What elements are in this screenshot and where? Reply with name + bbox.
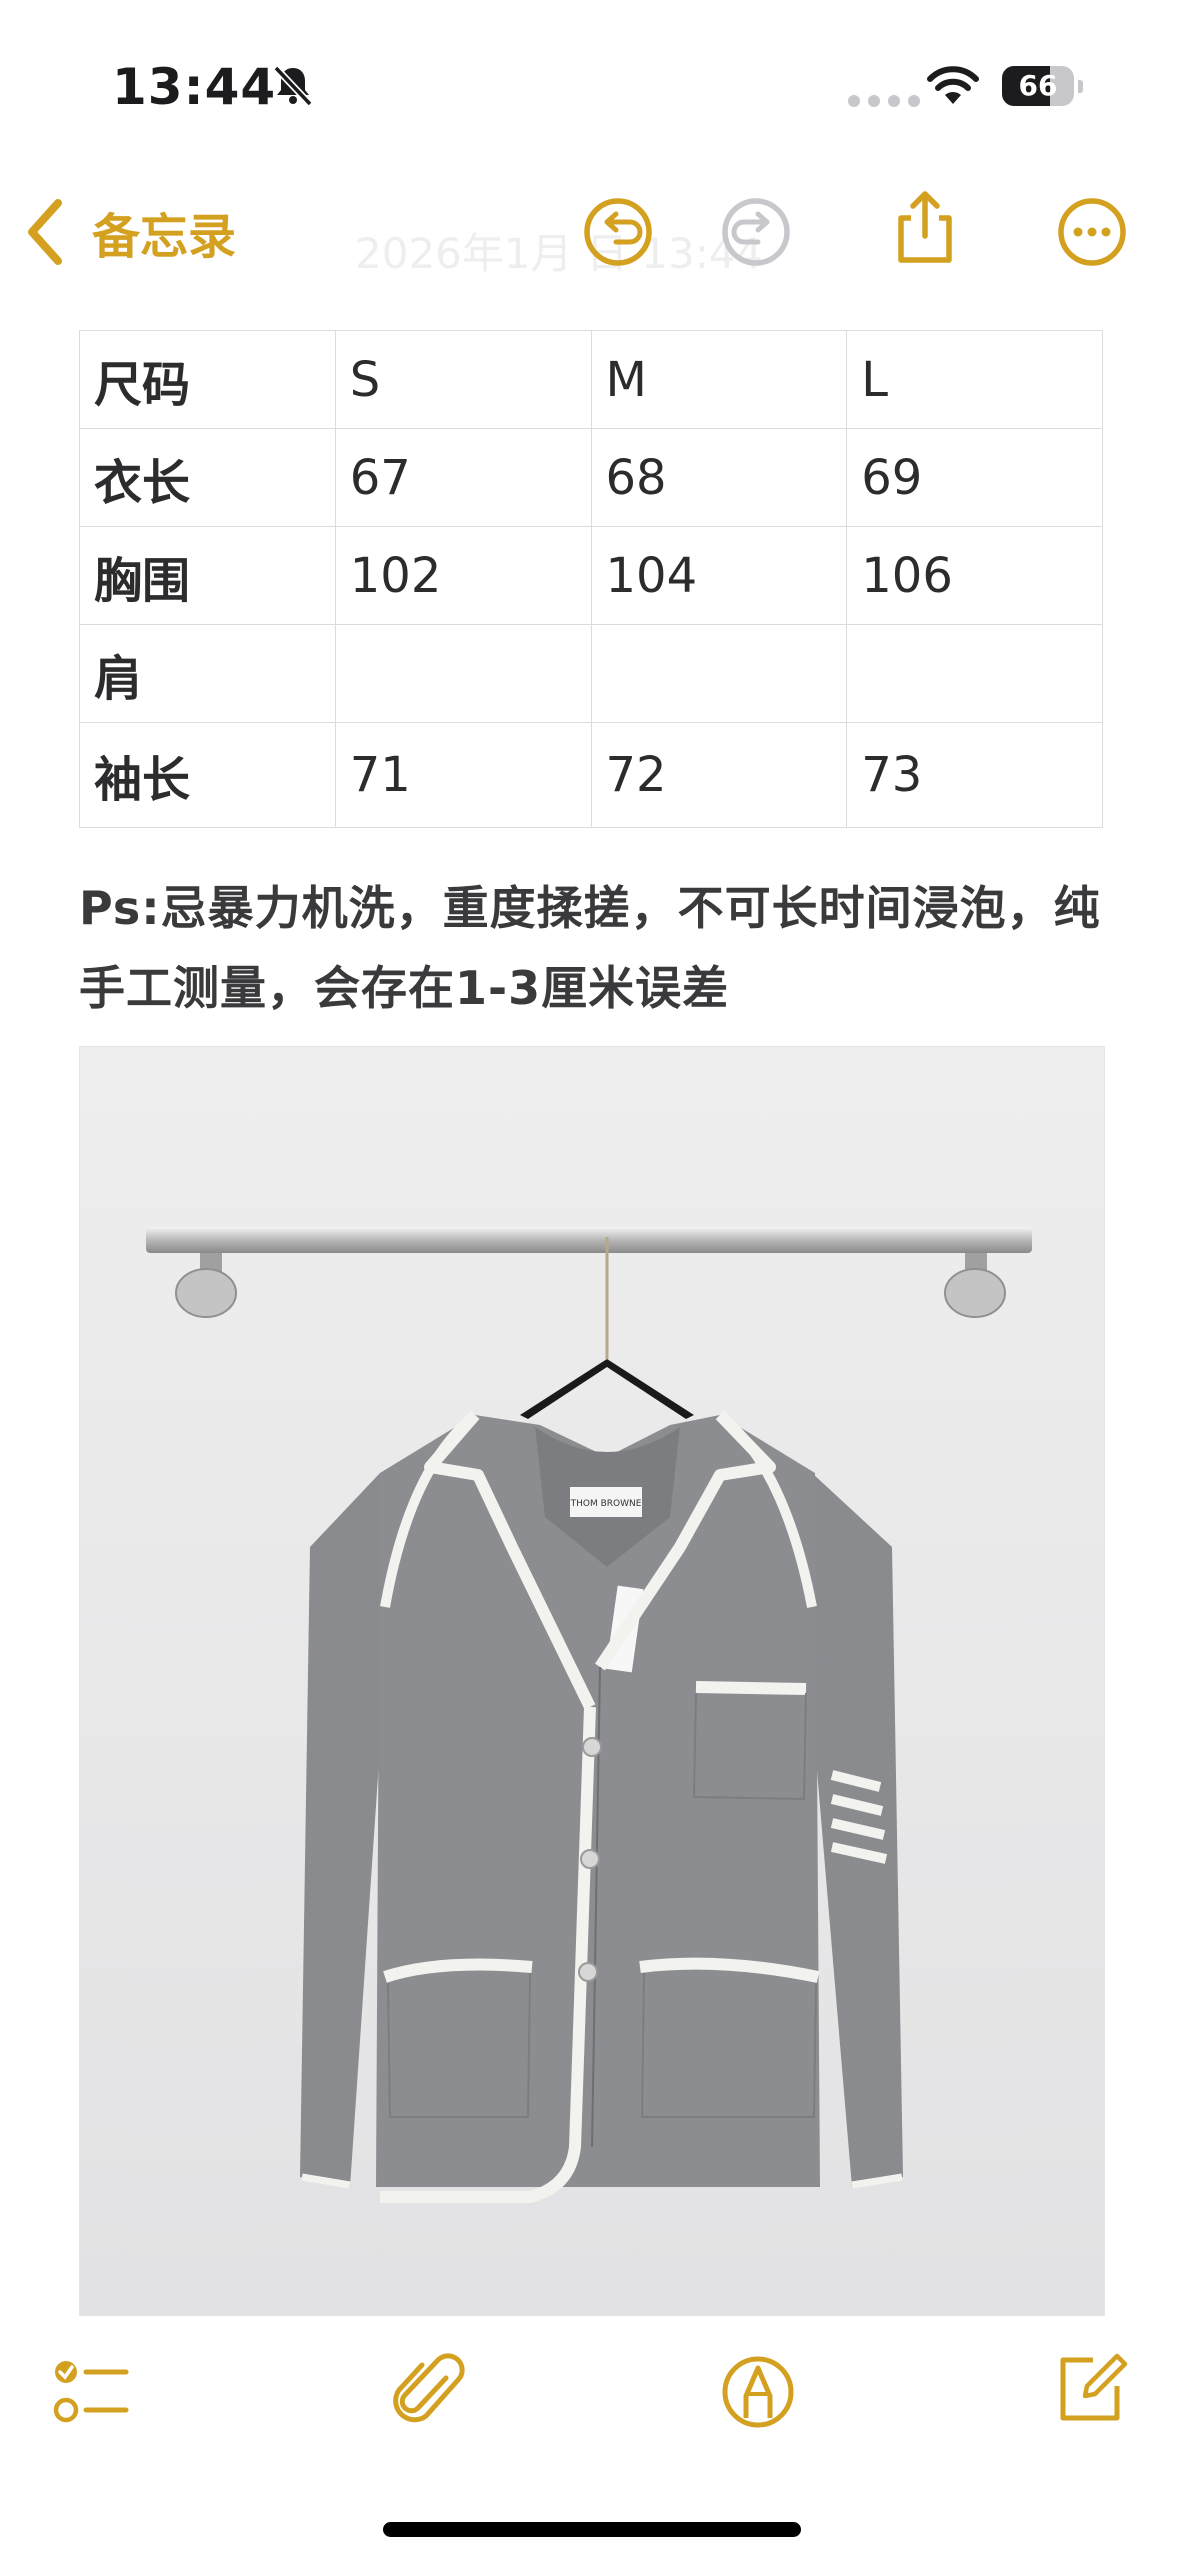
compose-icon <box>1060 2353 1128 2421</box>
compose-button[interactable] <box>1047 2346 1131 2430</box>
table-row: 胸围 102 104 106 <box>79 526 1103 625</box>
note-body-text[interactable]: Ps:忌暴力机洗，重度揉搓，不可长时间浸泡，纯手工测量，会存在1-3厘米误差 <box>79 868 1119 1028</box>
cardigan-image: THOM BROWNE <box>80 1047 1104 2315</box>
table-cell[interactable]: 衣长 <box>79 428 336 527</box>
nav-bar: 2026年1月 日 13:44 备忘录 <box>0 170 1179 290</box>
wifi-icon <box>925 64 981 108</box>
home-indicator[interactable] <box>383 2522 801 2537</box>
paperclip-icon <box>393 2353 465 2423</box>
table-cell[interactable]: 71 <box>334 722 592 828</box>
markup-button[interactable] <box>716 2350 800 2434</box>
checklist-button[interactable] <box>50 2350 134 2434</box>
status-time: 13:44 <box>112 58 277 116</box>
attach-button[interactable] <box>388 2350 472 2434</box>
redo-icon <box>722 198 790 266</box>
status-bar: 13:44 66 <box>0 0 1179 150</box>
product-photo[interactable]: THOM BROWNE <box>79 1046 1105 2316</box>
table-cell[interactable]: 胸围 <box>79 526 336 625</box>
battery-icon: 66 <box>1002 66 1083 106</box>
redo-button[interactable] <box>716 192 796 272</box>
table-row: 袖长 71 72 73 <box>79 722 1103 828</box>
back-button[interactable]: 备忘录 <box>24 192 236 272</box>
table-row: 肩 <box>79 624 1103 723</box>
table-cell[interactable]: 67 <box>334 428 592 527</box>
table-cell[interactable]: L <box>846 330 1103 429</box>
note-date-title: 2026年1月 日 13:44 <box>355 229 763 278</box>
table-cell[interactable] <box>846 624 1103 723</box>
table-cell[interactable]: 尺码 <box>79 330 336 429</box>
undo-button[interactable] <box>578 192 658 272</box>
table-cell[interactable]: 68 <box>590 428 848 527</box>
bell-slash-icon <box>270 62 316 108</box>
more-button[interactable] <box>1052 192 1132 272</box>
table-cell[interactable]: 69 <box>846 428 1103 527</box>
table-cell[interactable]: 袖长 <box>79 722 336 828</box>
table-cell[interactable]: 73 <box>846 722 1103 828</box>
share-button[interactable] <box>885 186 965 266</box>
table-row: 衣长 67 68 69 <box>79 428 1103 527</box>
table-cell[interactable]: 72 <box>590 722 848 828</box>
table-cell[interactable]: S <box>334 330 592 429</box>
share-icon <box>898 191 952 263</box>
table-cell[interactable]: 104 <box>590 526 848 625</box>
battery-level: 66 <box>1018 69 1058 102</box>
table-cell[interactable] <box>590 624 848 723</box>
table-header-row: 尺码 S M L <box>79 330 1103 429</box>
chevron-left-icon <box>28 199 62 265</box>
undo-icon <box>584 198 652 266</box>
size-table[interactable]: 尺码 S M L 衣长 67 68 69 胸围 102 104 106 肩 袖长… <box>79 330 1103 828</box>
back-label: 备忘录 <box>92 209 237 265</box>
garment-label-text: THOM BROWNE <box>570 1499 642 1509</box>
table-cell[interactable] <box>334 624 592 723</box>
signal-icon <box>848 95 920 107</box>
table-cell[interactable]: 106 <box>846 526 1103 625</box>
table-cell[interactable]: 102 <box>334 526 592 625</box>
markup-pen-icon <box>722 2356 794 2428</box>
more-icon <box>1058 198 1126 266</box>
table-cell[interactable]: M <box>590 330 848 429</box>
table-cell[interactable]: 肩 <box>79 624 336 723</box>
checklist-icon <box>53 2361 129 2423</box>
